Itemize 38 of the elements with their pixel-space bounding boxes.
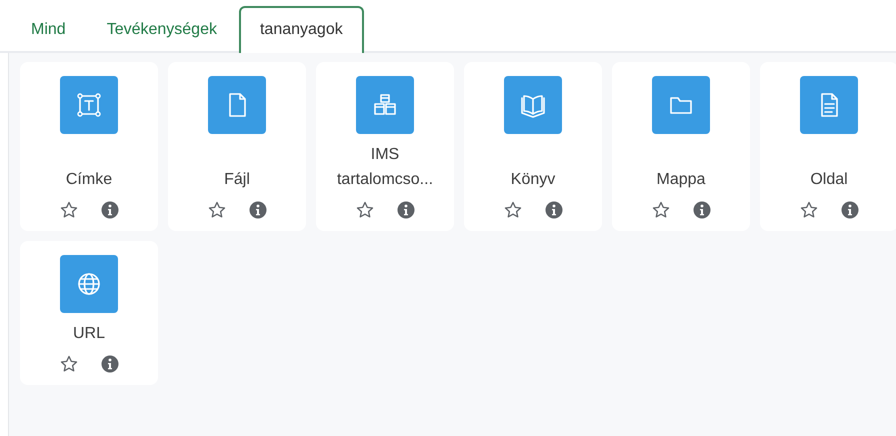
activity-title: Fájl — [224, 170, 250, 190]
info-icon[interactable] — [100, 201, 118, 219]
activity-title: IMS tartalomcso... — [336, 145, 434, 190]
activity-card[interactable]: Oldal — [760, 62, 896, 231]
activity-title: Oldal — [810, 170, 848, 190]
folder-icon — [652, 76, 710, 134]
activity-card[interactable]: Fájl — [168, 62, 306, 231]
activity-title: URL — [72, 324, 105, 344]
info-icon[interactable] — [544, 201, 562, 219]
activity-card[interactable]: Könyv — [464, 62, 602, 231]
tab[interactable]: tananyagok — [238, 6, 364, 53]
activity-card[interactable]: Mappa — [612, 62, 750, 231]
star-icon[interactable] — [800, 201, 818, 219]
open-book-icon — [504, 76, 562, 134]
star-icon[interactable] — [60, 355, 78, 373]
file-icon — [208, 76, 266, 134]
tab[interactable]: Mind — [12, 6, 85, 51]
activity-title: Mappa — [656, 170, 706, 190]
info-icon[interactable] — [840, 201, 858, 219]
info-icon[interactable] — [100, 355, 118, 373]
info-icon[interactable] — [692, 201, 710, 219]
activity-title: Könyv — [510, 170, 556, 190]
boxes-icon — [356, 76, 414, 134]
info-icon[interactable] — [248, 201, 266, 219]
info-icon[interactable] — [396, 201, 414, 219]
label-icon — [60, 76, 118, 134]
activity-card[interactable]: URL — [20, 241, 158, 385]
star-icon[interactable] — [208, 201, 226, 219]
star-icon[interactable] — [504, 201, 522, 219]
star-icon[interactable] — [652, 201, 670, 219]
activity-card[interactable]: IMS tartalomcso... — [316, 62, 454, 231]
globe-icon — [60, 255, 118, 313]
document-icon — [800, 76, 858, 134]
activity-card[interactable]: Címke — [20, 62, 158, 231]
star-icon[interactable] — [356, 201, 374, 219]
activity-title: Címke — [66, 170, 112, 190]
star-icon[interactable] — [60, 201, 78, 219]
tab[interactable]: Tevékenységek — [88, 6, 236, 51]
